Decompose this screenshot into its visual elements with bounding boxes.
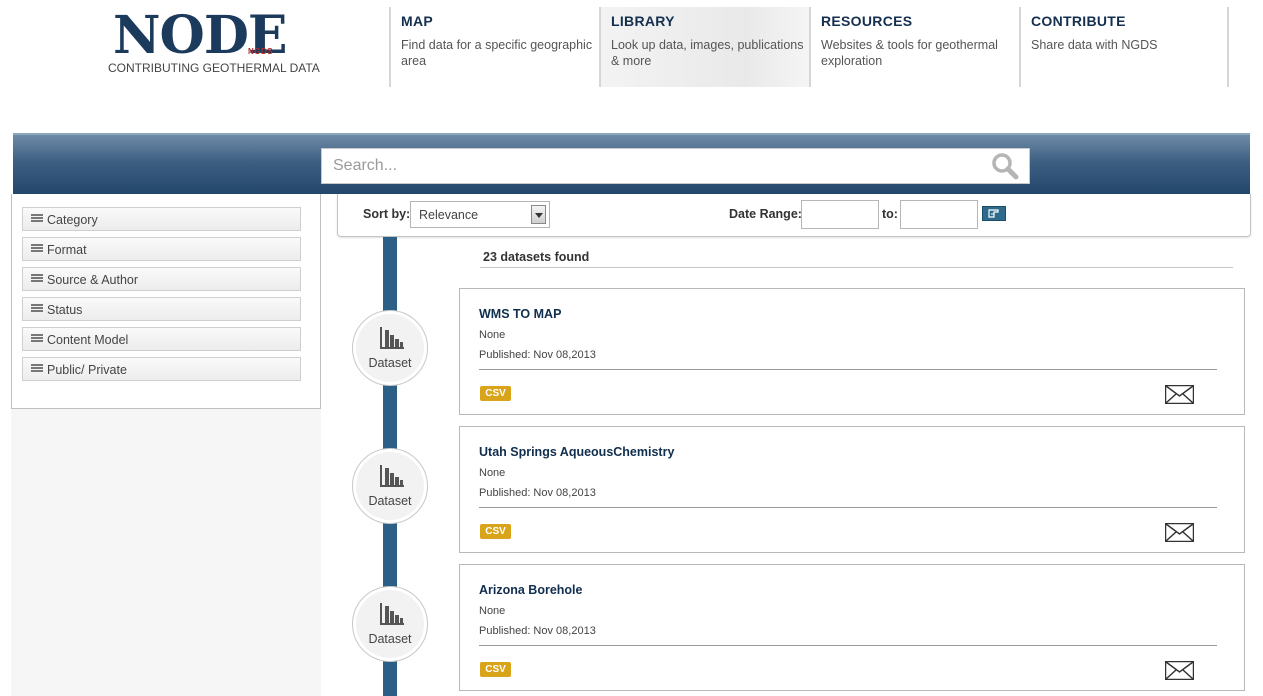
pointing-hand-icon <box>988 209 999 218</box>
date-range-label: Date Range: <box>729 207 802 221</box>
nav-desc: Find data for a specific geographic area <box>401 38 593 68</box>
format-badge[interactable]: CSV <box>480 386 511 401</box>
dataset-type-badge: Dataset <box>352 586 428 662</box>
bar-chart-icon <box>380 465 404 487</box>
card-divider <box>479 369 1217 370</box>
result-title[interactable]: Utah Springs AqueousChemistry <box>479 445 674 459</box>
sort-label: Sort by: <box>363 207 411 221</box>
nav-desc: Look up data, images, publications & mor… <box>611 38 804 68</box>
date-to-input[interactable] <box>900 200 978 229</box>
facet-label: Status <box>47 303 83 317</box>
sort-bar: Sort by: Relevance Date Range: to: <box>337 194 1251 237</box>
result-description: None <box>479 329 506 341</box>
badge-label: Dataset <box>368 494 412 508</box>
badge-label: Dataset <box>368 356 412 370</box>
facet-label: Format <box>47 243 87 257</box>
nav-desc: Websites & tools for geothermal explorat… <box>821 38 998 68</box>
envelope-icon[interactable] <box>1165 523 1194 542</box>
result-title[interactable]: WMS TO MAP <box>479 307 561 321</box>
nav-title: RESOURCES <box>821 13 913 29</box>
facet-category[interactable]: Category <box>22 207 301 231</box>
node-logo[interactable]: NODE NGDS CONTRIBUTING GEOTHERMAL DATA <box>108 8 320 78</box>
facet-content-model[interactable]: Content Model <box>22 327 301 351</box>
facet-label: Source & Author <box>47 273 139 287</box>
dataset-type-badge: Dataset <box>352 310 428 386</box>
facet-label: Content Model <box>47 333 129 347</box>
bar-chart-icon <box>380 603 404 625</box>
result-published: Published: Nov 08,2013 <box>479 625 596 637</box>
search-icon[interactable] <box>990 152 1020 180</box>
nav-item-map[interactable]: MAP Find data for a specific geographic … <box>389 7 599 87</box>
badge-label: Dataset <box>368 632 412 646</box>
bar-chart-icon <box>380 327 404 349</box>
result-card: Arizona Borehole None Published: Nov 08,… <box>459 564 1245 691</box>
facet-format[interactable]: Format <box>22 237 301 261</box>
list-icon <box>31 274 43 284</box>
envelope-icon[interactable] <box>1165 385 1194 404</box>
dropdown-arrow-icon[interactable] <box>531 205 546 224</box>
date-to-label: to: <box>882 207 898 221</box>
list-icon <box>31 214 43 224</box>
result-title[interactable]: Arizona Borehole <box>479 583 583 597</box>
results-count: 23 datasets found <box>483 250 590 264</box>
nav-desc: Share data with NGDS <box>1031 38 1158 52</box>
dataset-type-badge: Dataset <box>352 448 428 524</box>
card-divider <box>479 507 1217 508</box>
sort-select[interactable]: Relevance <box>410 201 550 228</box>
date-apply-button[interactable] <box>982 206 1006 221</box>
facet-public-private[interactable]: Public/ Private <box>22 357 301 381</box>
nav-item-contribute[interactable]: CONTRIBUTE Share data with NGDS <box>1019 7 1229 87</box>
facet-sidebar: Category Format Source & Author Status C… <box>11 194 321 409</box>
result-published: Published: Nov 08,2013 <box>479 349 596 361</box>
list-icon <box>31 304 43 314</box>
list-icon <box>31 244 43 254</box>
result-description: None <box>479 467 506 479</box>
result-description: None <box>479 605 506 617</box>
facet-label: Public/ Private <box>47 363 127 377</box>
logo-tagline: CONTRIBUTING GEOTHERMAL DATA <box>108 61 320 75</box>
facet-status[interactable]: Status <box>22 297 301 321</box>
site-header: NODE NGDS CONTRIBUTING GEOTHERMAL DATA M… <box>0 0 1263 90</box>
date-from-input[interactable] <box>801 200 879 229</box>
result-card: WMS TO MAP None Published: Nov 08,2013 C… <box>459 288 1245 415</box>
search-box <box>321 148 1030 184</box>
format-badge[interactable]: CSV <box>480 662 511 677</box>
logo-sub-mark: NGDS <box>248 47 274 56</box>
nav-item-library[interactable]: LIBRARY Look up data, images, publicatio… <box>599 7 809 87</box>
result-card: Utah Springs AqueousChemistry None Publi… <box>459 426 1245 553</box>
main-nav: MAP Find data for a specific geographic … <box>389 7 1229 87</box>
search-bar <box>13 133 1250 194</box>
nav-title: LIBRARY <box>611 13 675 29</box>
list-icon <box>31 334 43 344</box>
search-input[interactable] <box>322 149 982 183</box>
nav-item-resources[interactable]: RESOURCES Websites & tools for geotherma… <box>809 7 1019 87</box>
nav-title: CONTRIBUTE <box>1031 13 1126 29</box>
sidebar-background <box>11 409 321 696</box>
list-icon <box>31 364 43 374</box>
envelope-icon[interactable] <box>1165 661 1194 680</box>
results-count-bar: 23 datasets found <box>480 248 1233 268</box>
sort-value: Relevance <box>419 208 479 222</box>
result-published: Published: Nov 08,2013 <box>479 487 596 499</box>
nav-title: MAP <box>401 13 434 29</box>
facet-label: Category <box>47 213 98 227</box>
facet-source-author[interactable]: Source & Author <box>22 267 301 291</box>
format-badge[interactable]: CSV <box>480 524 511 539</box>
card-divider <box>479 645 1217 646</box>
